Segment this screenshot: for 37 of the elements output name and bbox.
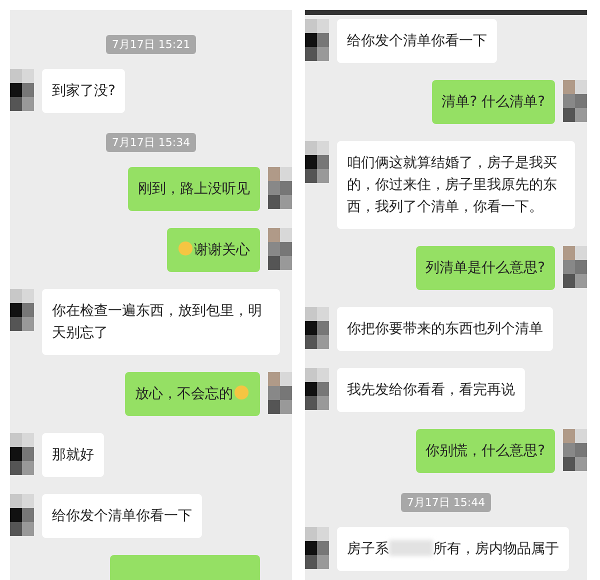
message-text: 放心，不会忘的: [135, 386, 233, 402]
message-text: 给你发个清单你看一下: [52, 508, 192, 524]
timestamp: 7月17日 15:44: [400, 493, 492, 512]
message-text: 清单? 什么清单?: [442, 94, 545, 110]
message-text: 你在检查一遍东西，放到包里，明天别忘了: [52, 303, 262, 341]
pixelated-avatar: [10, 69, 34, 111]
pixelated-avatar: [268, 228, 292, 270]
pixelated-avatar: [563, 246, 587, 288]
message-text: 房子系: [347, 541, 389, 557]
pixelated-avatar: [305, 527, 329, 569]
message-text: 刚到，路上没听见: [138, 181, 250, 197]
message-text: 那就好: [52, 447, 94, 463]
pixelated-avatar: [563, 80, 587, 122]
timestamp: 7月17日 15:34: [106, 133, 196, 152]
pixelated-avatar: [268, 372, 292, 414]
timestamp: 7月17日 15:21: [106, 35, 196, 54]
pixelated-avatar: [305, 307, 329, 349]
message-text: 咱们俩这就算结婚了，房子是我买的，你过来住，房子里我原先的东西，我列了个清单，你看一下。: [347, 155, 557, 215]
pixelated-avatar: [10, 289, 34, 331]
pixelated-avatar: [10, 494, 34, 536]
message-text: 到家了没?: [52, 83, 116, 99]
emoji-icon: [234, 385, 249, 400]
blurred-text: [389, 540, 433, 556]
pixelated-avatar: [563, 429, 587, 471]
message-text: 我先发给你看看，看完再说: [347, 382, 515, 398]
message-text: 你把你要带来的东西也列个清单: [347, 321, 543, 337]
message-text: 谢谢关心: [194, 242, 250, 258]
pixelated-avatar: [10, 433, 34, 475]
pixelated-avatar: [305, 141, 329, 183]
pixelated-avatar: [305, 368, 329, 410]
message-text: 列清单是什么意思?: [426, 260, 545, 276]
message-text: 所有，房内物品属于: [433, 541, 559, 557]
message-text: 给你发个清单你看一下: [347, 33, 487, 49]
emoji-icon: [178, 241, 193, 256]
message-text: 你别慌，什么意思?: [426, 443, 545, 459]
pixelated-avatar: [268, 167, 292, 209]
pixelated-avatar: [305, 19, 329, 61]
